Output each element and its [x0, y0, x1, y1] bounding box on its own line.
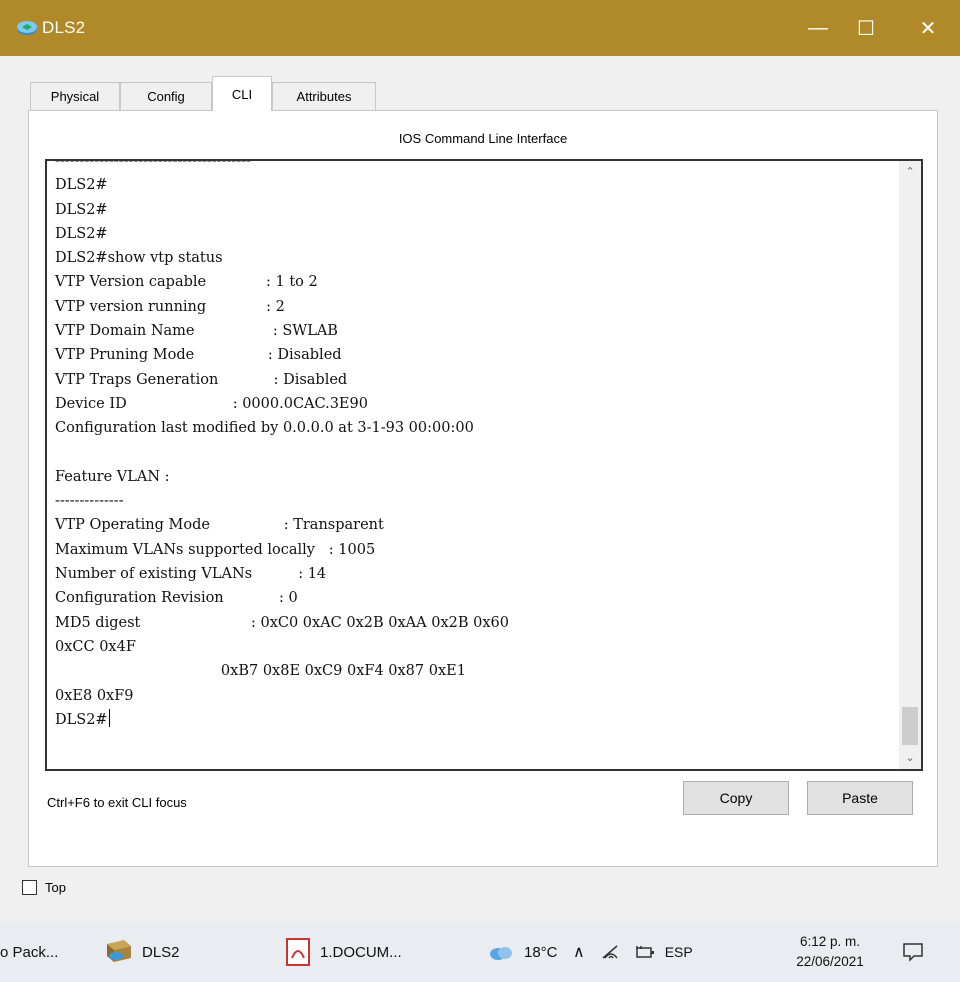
cli-heading: IOS Command Line Interface [398, 131, 568, 146]
taskbar-item-label: DLS2 [142, 943, 180, 961]
top-checkbox[interactable] [22, 880, 37, 895]
taskbar: o Pack... DLS2 1.DOCUM... 18°C ∧ ESP 6:1… [0, 922, 960, 982]
copy-button[interactable]: Copy [683, 781, 789, 815]
cli-line: VTP Operating Mode : Transparent [55, 517, 384, 534]
taskbar-item-label: o Pack... [0, 943, 59, 961]
cloud-icon [490, 947, 512, 960]
notification-icon[interactable] [902, 942, 924, 962]
cli-cursor [108, 708, 110, 727]
weather-widget[interactable]: 18°C [488, 922, 558, 982]
cli-line: Device ID : 0000.0CAC.3E90 [55, 395, 368, 412]
pdf-icon [286, 938, 310, 966]
cli-console[interactable]: ----------------------------------------… [45, 159, 923, 771]
top-option[interactable]: Top [22, 880, 66, 895]
taskbar-item-dls2[interactable]: DLS2 [104, 922, 180, 982]
scrollbar-thumb[interactable] [902, 707, 918, 745]
wifi-icon[interactable] [601, 944, 621, 960]
cli-line: Feature VLAN : [55, 468, 170, 485]
switch-icon [107, 940, 131, 962]
cli-scrollbar[interactable]: ⌃ ⌄ [899, 161, 921, 769]
switch-icon [17, 21, 37, 35]
cli-line: VTP Traps Generation : Disabled [55, 371, 348, 388]
window-title: DLS2 [42, 18, 86, 37]
cli-line [55, 441, 509, 465]
battery-icon[interactable] [633, 944, 655, 960]
cli-line: Configuration Revision : 0 [55, 590, 298, 607]
cli-line: Maximum VLANs supported locally : 1005 [55, 541, 376, 558]
tab-config[interactable]: Config [120, 82, 212, 110]
tab-cli[interactable]: CLI [212, 76, 272, 111]
scroll-down-icon[interactable]: ⌄ [899, 747, 921, 769]
cli-line: Configuration last modified by 0.0.0.0 a… [55, 420, 474, 437]
cli-line: ---------------------------------------- [55, 159, 251, 169]
taskbar-item-packet[interactable]: o Pack... [0, 922, 58, 982]
cli-line: 0xCC 0x4F [55, 638, 136, 655]
paste-button[interactable]: Paste [807, 781, 913, 815]
clock-date: 22/06/2021 [796, 954, 864, 969]
input-language[interactable]: ESP [665, 944, 693, 960]
taskbar-item-document[interactable]: 1.DOCUM... [286, 922, 402, 982]
cli-line: Number of existing VLANs : 14 [55, 566, 327, 583]
clock-time: 6:12 p. m. [799, 934, 861, 949]
cli-line: 0xB7 0x8E 0xC9 0xF4 0x87 0xE1 [55, 663, 466, 680]
cli-line: DLS2#show vtp status [55, 250, 223, 267]
close-button[interactable]: ✕ [900, 0, 956, 56]
cli-line: DLS2# [55, 177, 108, 194]
window-titlebar[interactable]: DLS2 — ☐ ✕ [0, 0, 960, 56]
tray-expand-icon[interactable]: ∧ [573, 942, 585, 962]
cli-line: VTP Pruning Mode : Disabled [55, 347, 342, 364]
cli-line: VTP Version capable : 1 to 2 [55, 274, 318, 291]
cli-line: VTP Domain Name : SWLAB [55, 323, 338, 340]
tab-physical[interactable]: Physical [30, 82, 120, 110]
cli-line: DLS2# [55, 225, 108, 242]
system-tray: ∧ ESP [573, 922, 693, 982]
top-label: Top [45, 880, 66, 895]
tab-attributes[interactable]: Attributes [272, 82, 376, 110]
cli-focus-hint: Ctrl+F6 to exit CLI focus [47, 795, 187, 810]
cli-line: 0xE8 0xF9 [55, 687, 134, 704]
cli-output[interactable]: ----------------------------------------… [55, 159, 509, 732]
taskbar-item-label: 1.DOCUM... [320, 943, 402, 961]
cli-line: DLS2# [55, 708, 509, 732]
weather-temperature: 18°C [524, 943, 558, 961]
cli-line: MD5 digest : 0xC0 0xAC 0x2B 0xAA 0x2B 0x… [55, 614, 509, 631]
maximize-button[interactable]: ☐ [838, 0, 894, 56]
cli-panel: IOS Command Line Interface -------------… [28, 110, 938, 867]
scroll-up-icon[interactable]: ⌃ [899, 161, 921, 183]
cli-line: VTP version running : 2 [55, 298, 285, 315]
taskbar-clock[interactable]: 6:12 p. m. 22/06/2021 [780, 932, 880, 972]
cli-line: -------------- [55, 493, 124, 510]
cli-line: DLS2# [55, 201, 108, 218]
